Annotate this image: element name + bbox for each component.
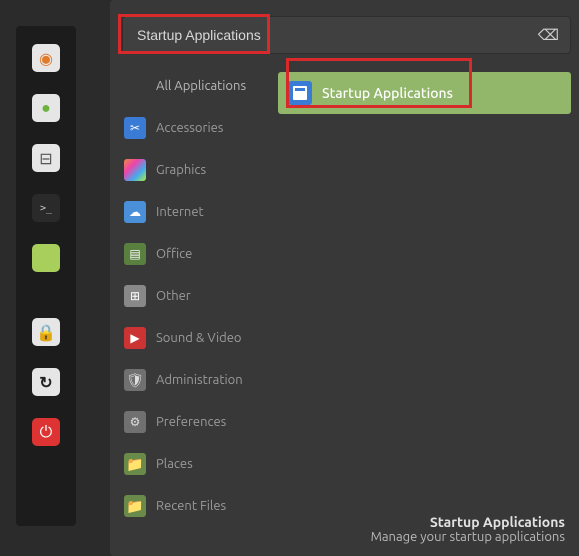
category-label: Internet — [156, 205, 204, 219]
window-settings-icon — [288, 81, 312, 105]
category-label: Accessories — [156, 121, 223, 135]
cloud-icon: ☁ — [124, 201, 146, 223]
category-all-applications[interactable]: All Applications — [122, 72, 264, 100]
selection-description: Startup Applications Manage your startup… — [371, 514, 565, 544]
category-label: Preferences — [156, 415, 226, 429]
folder-icon: 📁 — [124, 453, 146, 475]
category-internet[interactable]: ☁ Internet — [122, 198, 264, 226]
result-startup-applications[interactable]: Startup Applications — [278, 72, 571, 114]
category-label: Administration — [156, 373, 243, 387]
document-icon: ▤ — [124, 243, 146, 265]
category-label: Other — [156, 289, 191, 303]
search-input[interactable] — [122, 16, 571, 54]
files-icon[interactable] — [32, 244, 60, 272]
palette-icon — [124, 159, 146, 181]
result-label: Startup Applications — [322, 85, 453, 101]
category-label: Places — [156, 457, 193, 471]
scissors-icon: ✂ — [124, 117, 146, 139]
category-label: Graphics — [156, 163, 206, 177]
search-results: Startup Applications — [278, 66, 571, 520]
category-other[interactable]: ⊞ Other — [122, 282, 264, 310]
search-row: ⌫ — [122, 16, 571, 54]
category-places[interactable]: 📁 Places — [122, 450, 264, 478]
power-icon[interactable]: ⏻ — [32, 418, 60, 446]
category-accessories[interactable]: ✂ Accessories — [122, 114, 264, 142]
category-recent-files[interactable]: 📁 Recent Files — [122, 492, 264, 520]
firefox-icon[interactable]: ◉ — [32, 44, 60, 72]
category-preferences[interactable]: ⚙ Preferences — [122, 408, 264, 436]
category-administration[interactable]: 🛡 Administration — [122, 366, 264, 394]
category-graphics[interactable]: Graphics — [122, 156, 264, 184]
category-sound-video[interactable]: ▶ Sound & Video — [122, 324, 264, 352]
category-label: Office — [156, 247, 192, 261]
settings-toggle-icon[interactable]: ⊟ — [32, 144, 60, 172]
apps-icon — [124, 75, 146, 97]
application-menu: ⌫ All Applications ✂ Accessories Graphic… — [110, 0, 579, 556]
reload-icon[interactable]: ↻ — [32, 368, 60, 396]
gear-icon: ⚙ — [124, 411, 146, 433]
lock-icon[interactable]: 🔒 — [32, 318, 60, 346]
clear-search-icon[interactable]: ⌫ — [538, 26, 559, 44]
folder-clock-icon: 📁 — [124, 495, 146, 517]
category-label: All Applications — [156, 79, 246, 93]
grid-icon: ⊞ — [124, 285, 146, 307]
taskbar-panel: ◉ ● ⊟ >_ 🔒 ↻ ⏻ — [16, 26, 76, 526]
description-title: Startup Applications — [371, 514, 565, 530]
description-subtitle: Manage your startup applications — [371, 530, 565, 544]
category-label: Recent Files — [156, 499, 226, 513]
terminal-icon[interactable]: >_ — [32, 194, 60, 222]
category-label: Sound & Video — [156, 331, 242, 345]
shield-icon: 🛡 — [124, 369, 146, 391]
category-list: All Applications ✂ Accessories Graphics … — [122, 66, 264, 520]
category-office[interactable]: ▤ Office — [122, 240, 264, 268]
play-icon: ▶ — [124, 327, 146, 349]
apps-grid-icon[interactable]: ● — [32, 94, 60, 122]
